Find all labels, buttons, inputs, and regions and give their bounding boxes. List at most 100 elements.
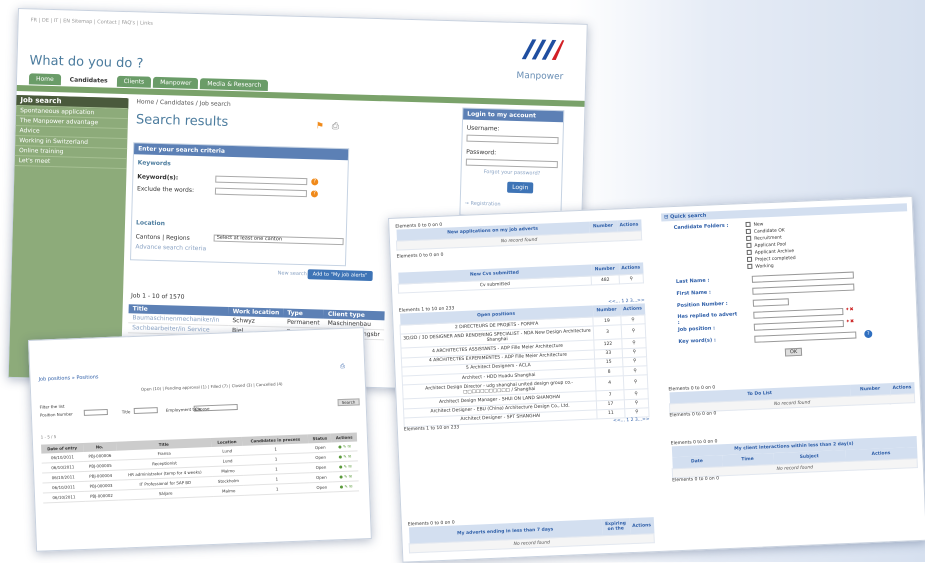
cell: PBJ-000002 (84, 490, 119, 502)
folder-label: Project completed (754, 255, 796, 263)
cell: 06/10/2011 (42, 491, 86, 504)
new-search-link[interactable]: New search (278, 270, 307, 277)
print-icon[interactable]: ⎙ (340, 363, 345, 371)
cell: 1 (244, 482, 311, 496)
cell: 3 (593, 325, 622, 341)
filter-label: Filter the list (39, 403, 65, 410)
folders-label: Candidate Folders : (673, 222, 729, 232)
help-icon[interactable]: ? (864, 329, 873, 339)
folder-checkbox[interactable]: New (745, 221, 764, 228)
registration-link[interactable]: → Registration (465, 201, 501, 208)
interactions-section: Elements 0 to 0 on 0 My client interacti… (671, 431, 919, 484)
view-icon[interactable]: ⚲ (623, 374, 648, 391)
help-icon[interactable]: ? (310, 190, 319, 198)
brand-name: Manpower (516, 70, 564, 83)
username-input[interactable] (466, 134, 559, 145)
pos-number-input[interactable] (752, 298, 790, 307)
emp-type-select[interactable]: Choose (193, 404, 238, 412)
search-button[interactable]: Search (337, 398, 360, 407)
password-label: Password: (466, 148, 497, 157)
replied-input[interactable] (753, 308, 844, 319)
password-input[interactable] (465, 158, 558, 169)
col-header[interactable]: Expiring on the (601, 518, 630, 536)
keywords-input[interactable] (754, 331, 857, 343)
keyword-input[interactable] (215, 175, 308, 186)
location-title: Location (135, 219, 166, 228)
status-filter[interactable]: Open (10) | Pending approval (1) | Fille… (141, 381, 283, 391)
folder-checkbox[interactable]: Project completed (746, 255, 796, 263)
todo-section: Elements 0 to 0 on 0 To Do List Number Act… (668, 377, 915, 419)
jp-title: Job positions » Positions (38, 374, 99, 383)
job-position-label: Job position : (677, 325, 716, 333)
open-positions-section: Elements 1 to 10 on 233 <<... 1 2 3...>> … (399, 298, 650, 432)
ok-button[interactable]: OK (784, 347, 803, 357)
username-label: Username: (466, 124, 500, 133)
tagline: What do you do ? (29, 53, 144, 72)
exclude-input[interactable] (214, 187, 308, 198)
col-header: Actions (629, 517, 654, 535)
login-header: Login to my account (463, 108, 564, 123)
help-icon[interactable]: ? (311, 178, 319, 186)
tab-clients[interactable]: Clients (116, 75, 152, 88)
action-icons[interactable]: ● ✎ ✉ (333, 480, 360, 492)
top-nav[interactable]: FR | DE | IT | EN Sitemap | Contact | FA… (31, 17, 153, 26)
new-applications-section: Elements 0 to 0 on 0 New applications on… (395, 214, 642, 260)
folder-label: New (753, 222, 764, 228)
first-name-input[interactable] (752, 283, 855, 295)
login-button[interactable]: Login (507, 181, 534, 194)
keywords-title: Keywords (137, 159, 171, 168)
new-cvs-table: New Cvs submitted Number Actions Cv submit… (397, 262, 644, 294)
count: 1 - 5 / 5 (40, 433, 57, 440)
add-alert-button[interactable]: Add to "My job alerts" (307, 269, 373, 281)
tab-media[interactable]: Media & Research (200, 78, 269, 92)
clear-icon[interactable]: ✦✖ (846, 319, 855, 325)
criteria-header: Enter your search criteria (133, 143, 349, 161)
view-icon[interactable]: ⚲ (619, 273, 644, 285)
share-icon[interactable]: ⚑ (316, 121, 324, 131)
quick-search: ⊟ Quick search Candidate Folders : New C… (661, 203, 913, 365)
pos-num-label: Position Number (39, 411, 73, 418)
open-positions-table: Open positions Number Actions 2 DIRECTEURS… (399, 303, 650, 427)
keywords-label: Key word(s) : (678, 337, 717, 345)
pos-number-label: Position Number : (676, 300, 728, 309)
pos-num-input[interactable] (83, 408, 108, 416)
elements-count-label: Elements 1 to 10 on 233 (403, 425, 460, 433)
canton-select[interactable]: Select at least one canton (213, 234, 344, 246)
adverts-section: Elements 0 to 0 on 0 My adverts ending i… (408, 512, 655, 554)
tab-manpower[interactable]: Manpower (152, 76, 199, 90)
forgot-link[interactable]: Forgot your password? (484, 169, 541, 177)
folder-checkbox[interactable]: Working (747, 263, 774, 270)
job-position-input[interactable] (753, 320, 844, 331)
keyword-label: Keyword(s): (137, 173, 179, 182)
view-icon[interactable]: ⚲ (621, 324, 646, 340)
clear-icon[interactable]: ✦✖ (845, 307, 854, 313)
login-box: Login to my account Username: Password: … (459, 107, 565, 219)
cell: 482 (591, 274, 620, 286)
manpower-logo (521, 39, 565, 61)
first-name-label: First Name : (676, 289, 712, 297)
pager[interactable]: <<... 1 2 3...>> (613, 417, 650, 424)
new-cvs-section: New Cvs submitted Number Actions Cv submit… (397, 262, 644, 294)
tab-home[interactable]: Home (28, 73, 61, 86)
search-criteria-box: Enter your search criteria Keywords Keyw… (130, 142, 350, 267)
job-positions-window: Job positions » Positions ⎙ Open (10) | … (28, 327, 372, 552)
sidebar-item[interactable]: Let's meet (14, 155, 127, 170)
quick-search-header[interactable]: ⊟ Quick search (661, 203, 908, 222)
title-input[interactable] (133, 407, 158, 414)
last-name-label: Last Name : (675, 277, 710, 285)
cell: 11 (596, 408, 626, 419)
view-icon[interactable]: ⚲ (624, 407, 650, 418)
exclude-label: Exclude the words: (136, 185, 195, 194)
cell: Malmo (213, 485, 245, 497)
folder-label: Working (755, 263, 774, 270)
print-icon[interactable]: ⎙ (332, 122, 339, 132)
last-name-input[interactable] (751, 271, 854, 283)
tab-candidates[interactable]: Candidates (62, 74, 115, 87)
results-count: Job 1 - 10 of 1570 (130, 292, 185, 301)
advanced-link[interactable]: Advance search criteria (135, 243, 206, 252)
dashboard-window: Elements 0 to 0 on 0 New applications on… (388, 196, 925, 563)
page-title: Search results (135, 112, 229, 130)
positions-table: Date of entry No. Title Location Candidates … (41, 432, 360, 504)
cantons-label[interactable]: Cantons | Regions (136, 233, 190, 242)
breadcrumb[interactable]: Home / Candidates / Job search (136, 98, 230, 108)
